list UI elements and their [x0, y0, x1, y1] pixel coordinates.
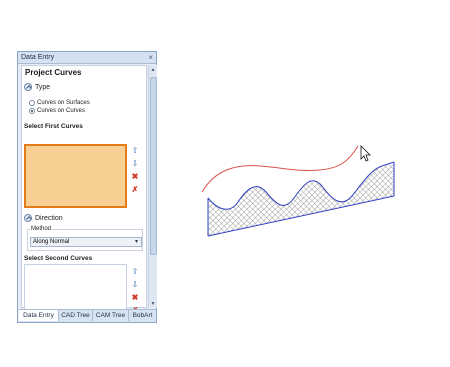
tab-cam-tree[interactable]: CAM Tree	[93, 310, 129, 321]
method-value: Along Normal	[33, 239, 70, 245]
close-icon[interactable]: ×	[148, 52, 153, 63]
select-second-label: Select Second Curves	[24, 255, 93, 262]
tab-bobart[interactable]: BobArt	[129, 310, 156, 321]
panel-heading: Project Curves	[25, 68, 82, 77]
radio-curves-on-surfaces[interactable]	[29, 100, 35, 106]
chevron-down-icon: ▾	[134, 239, 138, 245]
remove-icon[interactable]: ✖	[130, 172, 140, 182]
panel-tabs: Data Entry CAD Tree CAM Tree BobArt	[19, 309, 156, 322]
tab-cad-tree[interactable]: CAD Tree	[59, 310, 93, 321]
method-dropdown[interactable]: Along Normal ▾	[30, 237, 142, 247]
method-label: Method	[30, 226, 53, 232]
red-curve[interactable]	[201, 145, 359, 193]
collapse-type-icon[interactable]	[24, 83, 32, 91]
remove-icon[interactable]: ✖	[130, 293, 140, 303]
panel-content: Project Curves Type Curves on Surfaces C…	[21, 65, 147, 320]
cad-viewport[interactable]	[190, 130, 420, 250]
tab-data-entry[interactable]: Data Entry	[19, 310, 59, 321]
move-up-icon[interactable]: ⇧	[130, 146, 140, 156]
scroll-thumb[interactable]	[150, 77, 157, 255]
method-group: Method Along Normal ▾	[27, 226, 143, 251]
move-down-icon[interactable]: ⇩	[130, 280, 140, 290]
data-entry-panel: Data Entry × Project Curves Type Curves …	[17, 51, 157, 323]
hatched-surface-cross	[208, 164, 394, 236]
type-section-label: Type	[35, 84, 51, 91]
collapse-direction-icon[interactable]	[24, 214, 32, 222]
remove-all-icon[interactable]: ✗	[130, 185, 140, 195]
move-up-icon[interactable]: ⇧	[130, 267, 140, 277]
panel-scrollbar[interactable]: ▴ ▾	[148, 65, 157, 308]
move-down-icon[interactable]: ⇩	[130, 159, 140, 169]
select-first-label: Select First Curves	[24, 123, 83, 130]
radio-label-surfaces: Curves on Surfaces	[37, 100, 90, 106]
panel-title: Data Entry	[21, 54, 55, 61]
panel-titlebar[interactable]: Data Entry ×	[18, 52, 156, 64]
scroll-up-icon[interactable]: ▴	[149, 66, 157, 73]
radio-curves-on-curves[interactable]	[29, 108, 35, 114]
radio-label-curves: Curves on Curves	[37, 108, 86, 114]
scroll-down-icon[interactable]: ▾	[149, 300, 157, 307]
direction-section-label: Direction	[35, 215, 63, 222]
mouse-cursor-icon	[360, 145, 371, 162]
first-curves-list[interactable]	[24, 144, 127, 208]
